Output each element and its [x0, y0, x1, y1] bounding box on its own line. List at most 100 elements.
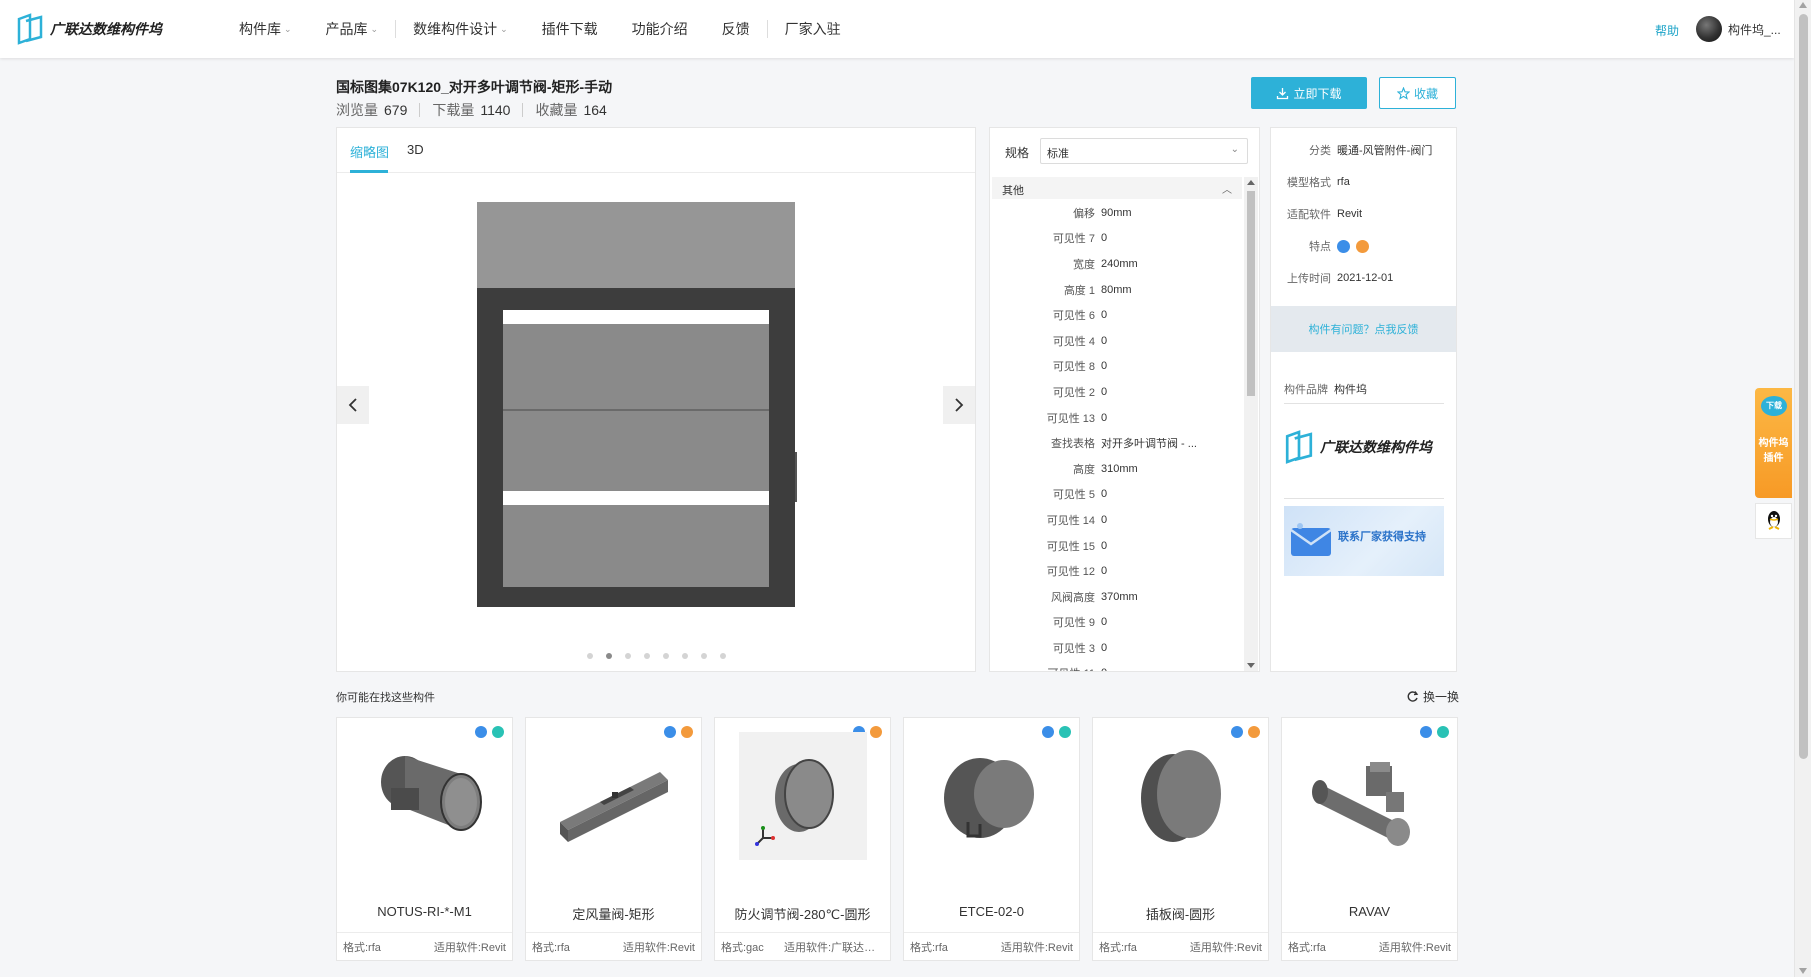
plugin-download-float[interactable]: 下载 构件坞 插件 [1755, 388, 1792, 498]
carousel-dot[interactable] [681, 653, 688, 659]
refresh-label: 换一换 [1423, 690, 1460, 704]
favorite-button[interactable]: 收藏 [1379, 77, 1456, 109]
active-tab-indicator [350, 170, 388, 173]
feature-badge-icon [1059, 726, 1071, 738]
spec-key: 可见性 15 [1046, 540, 1095, 553]
spec-row: 可见性 8 0 [990, 354, 1242, 380]
scroll-down-arrow-icon[interactable] [1799, 968, 1807, 974]
card-footer: 格式:gac 适用软件:广联达数... [715, 932, 890, 960]
suggestion-card[interactable]: 防火调节阀-280℃-圆形 格式:gac 适用软件:广联达数... [714, 717, 891, 961]
nav-item-component-design[interactable]: 数维构件设计 ⌄ [396, 0, 525, 58]
nav-label: 功能介绍 [631, 21, 688, 37]
spec-key: 可见性 7 [1052, 233, 1095, 246]
carousel-dot[interactable] [624, 653, 631, 659]
site-logo[interactable]: 广联达数维构件坞 [16, 12, 162, 46]
downloads-count: 1140 [480, 102, 511, 118]
nav-item-vendor-join[interactable]: 厂家入驻 [768, 0, 858, 58]
page-scrollbar[interactable] [1794, 0, 1811, 977]
spec-row: 可见性 13 0 [990, 405, 1242, 431]
spec-key: 高度 [1073, 463, 1095, 476]
scrollbar-thumb[interactable] [1799, 14, 1808, 759]
feature-badge-icon [492, 726, 504, 738]
nav-label: 厂家入驻 [784, 21, 841, 37]
report-issue-link[interactable]: 构件有问题？点我反馈 [1271, 306, 1456, 352]
suggestion-card[interactable]: 定风量阀-矩形 格式:rfa 适用软件:Revit [525, 717, 702, 961]
scroll-down-arrow-icon[interactable] [1247, 663, 1255, 668]
spec-row: 高度 1 80mm [990, 277, 1242, 303]
card-format: 格式:rfa [910, 941, 948, 954]
qq-contact-button[interactable] [1755, 503, 1792, 539]
spec-row: 可见性 5 0 [990, 482, 1242, 508]
divider [1284, 498, 1444, 499]
nav-item-features[interactable]: 功能介绍 [615, 0, 705, 58]
card-software: 适用软件:Revit [1189, 941, 1262, 954]
feature-badge-icon [1248, 726, 1260, 738]
suggestion-card[interactable]: ETCE-02-0 格式:rfa 适用软件:Revit [903, 717, 1080, 961]
top-navbar: 广联达数维构件坞 构件库 ⌄ 产品库 ⌄ 数维构件设计 ⌄ 插件下载 功能介绍 反馈 … [0, 0, 1794, 58]
carousel-dot[interactable] [719, 653, 726, 659]
material-feature-icon [1356, 239, 1369, 253]
spec-row: 查找表格 对开多叶调节阀 - ... [990, 430, 1242, 456]
spec-row: 偏移 90mm [990, 200, 1242, 226]
scrollbar-thumb[interactable] [1247, 191, 1255, 396]
spec-row: 可见性 4 0 [990, 328, 1242, 354]
logo-icon [1285, 430, 1313, 464]
component-name: NOTUS-RI-*-M1 [377, 904, 472, 919]
refresh-button[interactable]: 换一换 [1406, 688, 1459, 705]
scroll-up-arrow-icon[interactable] [1799, 2, 1807, 8]
card-format: 格式:rfa [343, 941, 381, 954]
nav-item-plugin-download[interactable]: 插件下载 [525, 0, 615, 58]
spec-row: 可见性 14 0 [990, 507, 1242, 533]
spec-key: 可见性 4 [1052, 335, 1095, 348]
nav-label: 构件库 [239, 21, 281, 37]
component-thumbnail [1117, 732, 1245, 860]
nav-item-product-library[interactable]: 产品库 ⌄ [309, 0, 396, 58]
stats-divider [419, 103, 421, 117]
suggestion-card[interactable]: RAVAV 格式:rfa 适用软件:Revit [1281, 717, 1458, 961]
spec-select[interactable]: 标准 ⌄ [1040, 138, 1248, 164]
info-value: 暖通-风管附件-阀门 [1337, 145, 1433, 157]
spec-value: 90mm [1101, 206, 1132, 219]
spec-value: 对开多叶调节阀 - ... [1101, 438, 1197, 451]
carousel-dot[interactable] [586, 653, 593, 659]
info-value [1337, 238, 1369, 254]
carousel-dot[interactable] [700, 653, 707, 659]
avatar[interactable] [1696, 16, 1722, 42]
tab-thumbnail[interactable]: 缩略图 [350, 142, 389, 161]
spec-scrollbar[interactable] [1244, 177, 1258, 671]
spec-key: 高度 1 [1063, 284, 1095, 297]
star-icon [1396, 86, 1410, 100]
spec-row: 可见性 15 0 [990, 533, 1242, 559]
suggestion-card[interactable]: 插板阀-圆形 格式:rfa 适用软件:Revit [1092, 717, 1269, 961]
next-image-button[interactable] [943, 386, 975, 424]
chevron-down-icon: ⌄ [370, 23, 379, 34]
contact-vendor-banner[interactable]: 联系厂家获得支持 [1284, 506, 1444, 576]
spec-group-header[interactable]: 其他 ︿ [992, 177, 1242, 199]
help-link[interactable]: 帮助 [1655, 22, 1679, 39]
spec-list: 偏移 90mm 可见性 7 0 宽度 240mm 高度 1 80mm 可见性 6 0 可见性 40可… [990, 200, 1242, 671]
brand-logo[interactable]: 广联达数维构件坞 [1284, 428, 1432, 466]
brand-value[interactable]: 构件坞 [1334, 384, 1367, 396]
spec-value: 0 [1101, 385, 1108, 398]
divider [1284, 403, 1444, 404]
nav-label: 产品库 [325, 21, 368, 37]
nav-item-feedback[interactable]: 反馈 [705, 0, 767, 58]
download-button[interactable]: 立即下载 [1251, 77, 1367, 109]
info-label: 上传时间 [1287, 273, 1331, 285]
download-icon [1277, 87, 1289, 99]
carousel-dot[interactable] [605, 653, 612, 659]
spec-key: 宽度 [1073, 258, 1095, 271]
nav-item-component-library[interactable]: 构件库 ⌄ [222, 0, 309, 58]
scroll-up-arrow-icon[interactable] [1247, 180, 1255, 185]
user-menu[interactable]: 构件坞_... [1696, 16, 1781, 42]
nav-label: 反馈 [721, 21, 750, 37]
info-value: rfa [1337, 176, 1350, 188]
carousel-dot[interactable] [643, 653, 650, 659]
tab-3d[interactable]: 3D [407, 142, 424, 157]
spec-key: 可见性 13 [1046, 412, 1095, 425]
component-thumbnail [928, 732, 1056, 860]
carousel-dot[interactable] [662, 653, 669, 659]
spec-row: 可见性 7 0 [990, 226, 1242, 252]
prev-image-button[interactable] [337, 386, 369, 424]
suggestion-card[interactable]: NOTUS-RI-*-M1 格式:rfa 适用软件:Revit [336, 717, 513, 961]
